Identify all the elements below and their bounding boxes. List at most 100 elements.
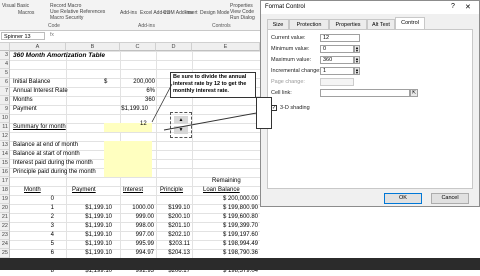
row-header[interactable]: 4 (0, 60, 10, 69)
range-select-icon[interactable]: ⇱ (410, 89, 418, 97)
inc-change-input[interactable]: 1 (320, 67, 354, 75)
row-header[interactable]: 22 (0, 222, 10, 231)
help-icon[interactable]: ? (451, 3, 455, 10)
row-header[interactable]: 13 (0, 141, 10, 150)
row-header[interactable]: 20 (0, 204, 10, 213)
ribbon-add-ins[interactable]: Add-ins (120, 10, 137, 16)
current-value-input[interactable]: 12 (320, 34, 360, 42)
table-cell-interest[interactable] (120, 195, 154, 204)
close-icon[interactable]: ✕ (465, 3, 471, 11)
row-header[interactable]: 23 (0, 231, 10, 240)
name-box[interactable]: Spinner 13 (1, 32, 45, 40)
row-header[interactable]: 21 (0, 213, 10, 222)
table-cell-month[interactable]: 0 (20, 195, 54, 204)
max-value-input[interactable]: 360 (320, 56, 354, 64)
table-cell-interest[interactable]: 995.99 (120, 240, 154, 249)
table-cell-month[interactable]: 5 (20, 240, 54, 249)
fx-icon[interactable]: fx (50, 32, 54, 38)
table-cell-balance[interactable]: $ 199,800.90 (192, 204, 258, 213)
table-cell-balance[interactable]: $ 199,600.80 (192, 213, 258, 222)
row-header[interactable]: 18 (0, 186, 10, 195)
row-header[interactable]: 5 (0, 69, 10, 78)
row-header[interactable]: 12 (0, 132, 10, 141)
table-cell-principle[interactable]: $204.13 (156, 249, 190, 258)
row-header[interactable]: 14 (0, 150, 10, 159)
table-cell-payment[interactable]: $1,199.10 (66, 204, 112, 213)
ribbon-visual-basic[interactable]: Visual Basic (2, 3, 29, 9)
table-cell-principle[interactable]: $202.10 (156, 231, 190, 240)
table-cell-month[interactable]: 1 (20, 204, 54, 213)
tab-protection[interactable]: Protection (289, 19, 329, 29)
min-value-spinner-icon[interactable]: ▲ ▼ (354, 45, 360, 53)
col-header-e[interactable]: E (192, 43, 260, 51)
row-header[interactable]: 25 (0, 249, 10, 258)
table-cell-month[interactable]: 2 (20, 213, 54, 222)
max-value-spinner-icon[interactable]: ▲ ▼ (354, 56, 360, 64)
tab-properties[interactable]: Properties (329, 19, 367, 29)
table-cell-payment[interactable] (66, 195, 112, 204)
table-cell-principle[interactable]: $203.11 (156, 240, 190, 249)
table-cell-principle[interactable]: $201.10 (156, 222, 190, 231)
table-cell-principle[interactable]: $199.10 (156, 204, 190, 213)
table-cell-month[interactable]: 6 (20, 249, 54, 258)
table-cell-interest[interactable]: 994.97 (120, 249, 154, 258)
row-header[interactable]: 19 (0, 195, 10, 204)
col-header-b[interactable]: B (66, 43, 120, 51)
min-value-input[interactable]: 0 (320, 45, 354, 53)
row-header[interactable]: 10 (0, 114, 10, 123)
table-cell-payment[interactable]: $1,199.10 (66, 240, 112, 249)
cell-link-input[interactable] (320, 89, 410, 97)
interest-paid-label: Interest paid during the month (13, 160, 93, 166)
table-cell-balance[interactable]: $ 200,000.00 (192, 195, 258, 204)
ok-button[interactable]: OK (384, 193, 422, 204)
ribbon-insert[interactable]: Insert (185, 10, 198, 16)
row-header[interactable]: 24 (0, 240, 10, 249)
table-cell-interest[interactable]: 1000.00 (120, 204, 154, 213)
table-cell-month[interactable]: 3 (20, 222, 54, 231)
page-change-label: Page change: (271, 79, 305, 85)
inc-change-spinner-icon[interactable]: ▲ ▼ (354, 67, 360, 75)
callout-note[interactable]: Be sure to divide the annual interest ra… (170, 72, 256, 98)
yellow-cell-block[interactable] (104, 141, 152, 177)
ribbon-macros[interactable]: Macros (18, 10, 34, 16)
hdr-loan-balance: Loan Balance (203, 187, 240, 193)
table-cell-balance[interactable]: $ 199,197.60 (192, 231, 258, 240)
cancel-button[interactable]: Cancel (431, 193, 469, 204)
table-cell-principle[interactable] (156, 195, 190, 204)
row-header[interactable]: 8 (0, 96, 10, 105)
row-header[interactable]: 16 (0, 168, 10, 177)
col-header-d[interactable]: D (156, 43, 192, 51)
tab-alt-text[interactable]: Alt Text (367, 19, 395, 29)
ribbon-macro-security[interactable]: Macro Security (50, 15, 83, 21)
table-cell-payment[interactable]: $1,199.10 (66, 222, 112, 231)
col-header-c[interactable]: C (120, 43, 156, 51)
tab-control[interactable]: Control (395, 17, 425, 29)
page-change-input (320, 78, 354, 86)
dialog-title: Format Control (265, 4, 306, 10)
table-cell-payment[interactable]: $1,199.10 (66, 213, 112, 222)
table-cell-payment[interactable]: $1,199.10 (66, 231, 112, 240)
row-header[interactable]: 7 (0, 87, 10, 96)
row-header[interactable]: 11 (0, 123, 10, 132)
row-header[interactable]: 15 (0, 159, 10, 168)
taskbar (0, 258, 480, 270)
table-cell-interest[interactable]: 998.00 (120, 222, 154, 231)
row-header[interactable]: 3 (0, 51, 10, 60)
table-cell-balance[interactable]: $ 199,399.70 (192, 222, 258, 231)
table-cell-principle[interactable]: $200.10 (156, 213, 190, 222)
row-header[interactable]: 17 (0, 177, 10, 186)
col-header-a[interactable]: A (10, 43, 66, 51)
table-cell-balance[interactable]: $ 198,790.36 (192, 249, 258, 258)
select-all-corner[interactable] (0, 43, 10, 51)
tab-size[interactable]: Size (267, 19, 289, 29)
table-cell-interest[interactable]: 999.00 (120, 213, 154, 222)
table-cell-month[interactable]: 4 (20, 231, 54, 240)
row-header[interactable]: 6 (0, 78, 10, 87)
row-header[interactable]: 9 (0, 105, 10, 114)
table-cell-payment[interactable]: $1,199.10 (66, 249, 112, 258)
ribbon-design-mode[interactable]: Design Mode (200, 10, 229, 16)
ribbon-run-dialog[interactable]: Run Dialog (230, 15, 255, 21)
dialog-titlebar[interactable]: Format Control ? ✕ (261, 1, 479, 14)
table-cell-balance[interactable]: $ 198,994.49 (192, 240, 258, 249)
table-cell-interest[interactable]: 997.00 (120, 231, 154, 240)
